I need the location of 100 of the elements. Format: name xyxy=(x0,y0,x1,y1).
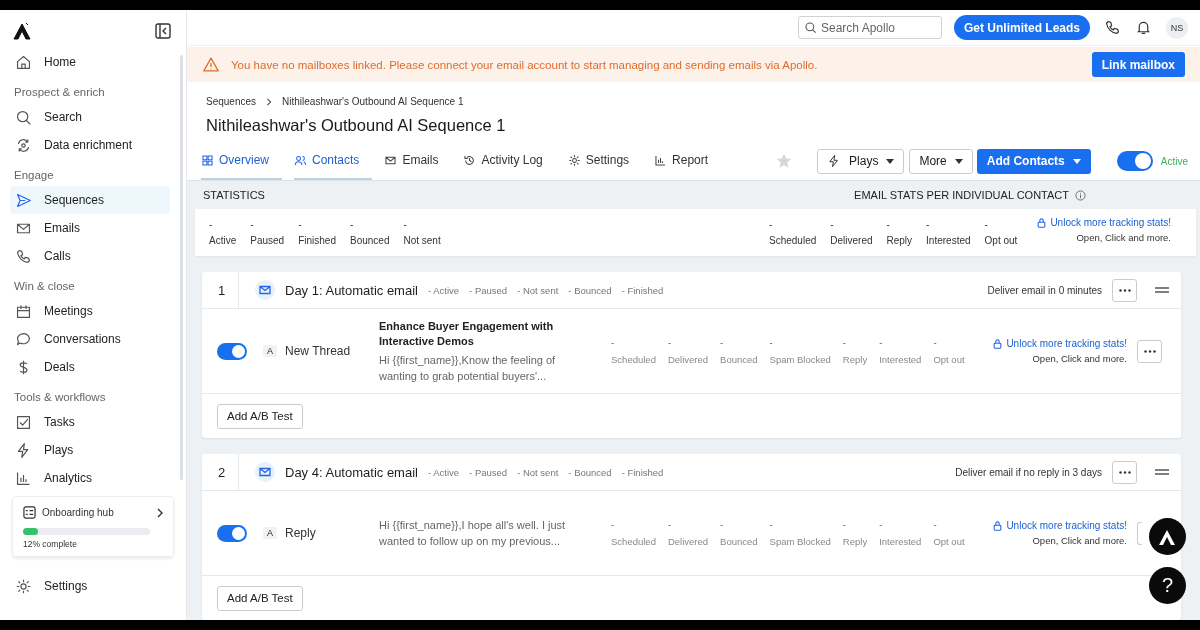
stat-value: - xyxy=(926,220,931,230)
tab[interactable]: Emails xyxy=(384,142,452,180)
nav-item[interactable]: Settings xyxy=(10,572,170,600)
thread-type: Reply xyxy=(285,526,317,540)
nav-item[interactable]: Home xyxy=(10,48,170,76)
nav-item[interactable]: Deals xyxy=(10,353,170,381)
bar-chart-icon xyxy=(654,153,668,167)
step-number: 2 xyxy=(218,454,239,490)
add-ab-test-button[interactable]: Add A/B Test xyxy=(217,403,303,429)
chevron-right-icon xyxy=(265,97,274,106)
history-icon xyxy=(463,153,477,167)
drag-handle-icon[interactable] xyxy=(1155,287,1169,293)
add-contacts-button[interactable]: Add Contacts xyxy=(976,148,1091,174)
unlock-stats-link[interactable]: Unlock more tracking stats! xyxy=(993,520,1127,531)
unlock-stats-link[interactable]: Unlock more tracking stats! xyxy=(993,338,1127,349)
stat-label: Interested xyxy=(879,536,922,547)
phone-icon[interactable] xyxy=(1104,19,1121,36)
scrollbar[interactable] xyxy=(180,55,183,480)
onboarding-card[interactable]: Onboarding hub 12% complete xyxy=(12,496,174,557)
settings-icon xyxy=(15,577,32,595)
delivery-note: Deliver email in 0 minutes xyxy=(987,284,1102,296)
thread-type: New Thread xyxy=(285,344,352,358)
mail-icon xyxy=(255,462,275,482)
stat-label: Bounced xyxy=(349,235,390,246)
info-icon[interactable] xyxy=(1075,189,1086,201)
nav-item[interactable]: Calls xyxy=(10,242,170,270)
more-button[interactable]: More xyxy=(909,148,973,174)
stat-value: - xyxy=(250,220,255,230)
stat-label: Opt out xyxy=(933,536,965,547)
lock-icon xyxy=(993,338,1003,349)
stat-value: - xyxy=(209,220,214,230)
search-field[interactable]: Search Apollo xyxy=(797,16,942,39)
stat-label: Opt out xyxy=(984,235,1018,246)
nav-item[interactable]: Sequences xyxy=(10,186,170,214)
collapse-sidebar-icon[interactable] xyxy=(155,23,171,39)
status-count: - Bounced xyxy=(568,466,612,478)
status-count: - Finished xyxy=(621,284,664,296)
star-icon[interactable] xyxy=(776,153,793,169)
more-options-button[interactable] xyxy=(1112,278,1137,302)
people-icon xyxy=(294,153,307,167)
nav-item[interactable]: Analytics xyxy=(10,464,170,492)
step-title: Day 4: Automatic email xyxy=(285,464,418,480)
stat-label: Delivered xyxy=(667,536,709,547)
status-count: - Active xyxy=(427,284,460,296)
logo-icon[interactable] xyxy=(13,22,33,40)
warning-icon xyxy=(203,57,219,72)
bell-icon[interactable] xyxy=(1135,19,1152,36)
stat-label: Scheduled xyxy=(611,354,656,365)
lock-icon xyxy=(1037,217,1047,228)
stat-value: - xyxy=(769,220,774,230)
stat-label: Interested xyxy=(926,235,971,246)
stat-label: Reply xyxy=(842,536,868,547)
stat-label: Spam Blocked xyxy=(769,354,831,365)
stat-value: - xyxy=(720,337,725,348)
nav-item[interactable]: Meetings xyxy=(10,297,170,325)
more-options-button[interactable] xyxy=(1137,339,1162,363)
search-icon xyxy=(15,108,32,126)
step-title: Day 1: Automatic email xyxy=(285,282,418,298)
more-options-button[interactable] xyxy=(1112,460,1137,484)
user-avatar[interactable]: NS xyxy=(1166,16,1188,39)
active-toggle[interactable] xyxy=(1116,151,1153,171)
status-count: - Bounced xyxy=(568,284,612,296)
stat-label: Scheduled xyxy=(611,536,656,547)
drag-handle-icon[interactable] xyxy=(1155,469,1169,475)
nav-item[interactable]: Search xyxy=(10,103,170,131)
stat-label: Delivered xyxy=(830,235,873,246)
unlock-note: Open, Click and more. xyxy=(1032,353,1127,364)
stat-value: - xyxy=(298,220,303,230)
step-toggle[interactable] xyxy=(217,342,247,360)
breadcrumb-link[interactable]: Sequences xyxy=(206,96,257,107)
stat-label: Delivered xyxy=(667,354,709,365)
tab[interactable]: Activity Log xyxy=(463,142,556,180)
more-icon xyxy=(1143,349,1156,353)
nav-item[interactable]: Emails xyxy=(10,214,170,242)
step-toggle[interactable] xyxy=(217,524,247,542)
stat-label: Spam Blocked xyxy=(769,536,831,547)
stat-label: Reply xyxy=(886,235,913,246)
nav-item[interactable]: Plays xyxy=(10,436,170,464)
nav-item[interactable]: Tasks xyxy=(10,408,170,436)
plays-button[interactable]: Plays xyxy=(817,148,905,174)
onboarding-title: Onboarding hub xyxy=(42,507,115,518)
get-leads-button[interactable]: Get Unlimited Leads xyxy=(953,15,1090,40)
stat-value: - xyxy=(830,220,835,230)
home-icon xyxy=(15,53,32,71)
caret-icon xyxy=(954,158,963,164)
nav-item[interactable]: Conversations xyxy=(10,325,170,353)
stat-label: Paused xyxy=(250,235,285,246)
link-mailbox-button[interactable]: Link mailbox xyxy=(1091,52,1185,77)
status-count: - Paused xyxy=(469,466,508,478)
tab[interactable]: Report xyxy=(654,142,722,180)
stat-value: - xyxy=(349,220,355,230)
nav-item[interactable]: Data enrichment xyxy=(10,131,170,159)
stat-label: Bounced xyxy=(720,536,758,547)
chat-icon xyxy=(15,330,32,348)
phone-icon xyxy=(15,247,32,265)
tab[interactable]: Settings xyxy=(567,142,643,180)
stat-label: Finished xyxy=(298,235,336,246)
add-ab-test-button[interactable]: Add A/B Test xyxy=(217,585,303,611)
unlock-stats-link[interactable]: Unlock more tracking stats! xyxy=(1037,217,1171,228)
unlock-note: Open, Click and more. xyxy=(1076,232,1171,243)
